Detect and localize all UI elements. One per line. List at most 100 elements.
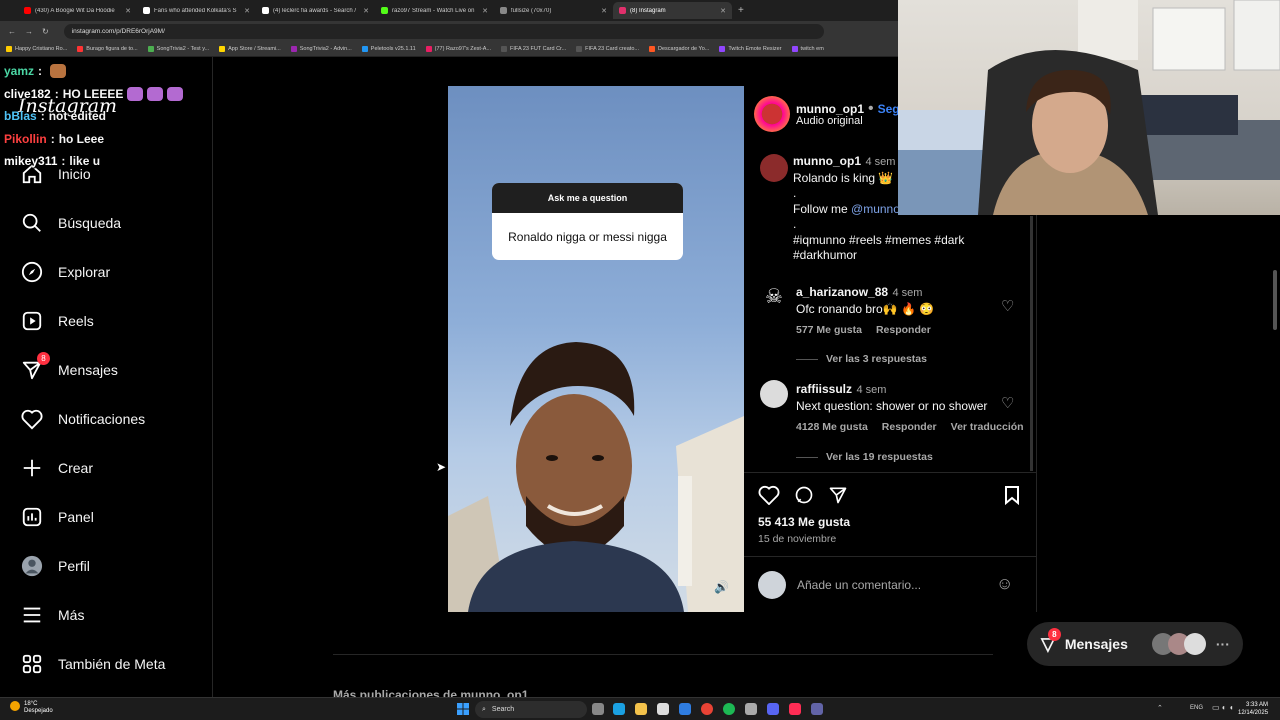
floating-messages-button[interactable]: ▽ 8 Mensajes ··· — [1027, 622, 1243, 666]
sidebar-item[interactable]: Reels — [20, 306, 94, 336]
browser-tab[interactable]: Fans who attended Kolkata's S ✕ — [137, 2, 256, 19]
default-avatar[interactable] — [760, 380, 788, 408]
browser-tab[interactable]: (430) A Boogie Wit Da Hoodie ✕ — [18, 2, 137, 19]
comment-username[interactable]: raffiissulz — [796, 382, 852, 396]
sidebar-item[interactable]: Búsqueda — [20, 208, 121, 238]
sidebar-item[interactable]: Explorar — [20, 257, 110, 287]
forward-icon[interactable]: → — [25, 27, 33, 36]
comment-likes[interactable]: 577 Me gusta — [796, 324, 862, 336]
tab-close-icon[interactable]: ✕ — [125, 7, 131, 15]
bookmark-item[interactable]: FIFA 23 Card creato... — [576, 46, 639, 52]
tab-close-icon[interactable]: ✕ — [720, 7, 726, 15]
page-scrollbar[interactable] — [1273, 270, 1277, 330]
browser-tab[interactable]: (8) Instagram ✕ — [613, 2, 732, 19]
caption-hashtags-line-2[interactable]: #darkhumor — [793, 248, 1033, 264]
file-explorer-icon[interactable] — [635, 703, 647, 715]
mute-icon[interactable]: 🔊 — [714, 580, 729, 594]
caption-mention-link[interactable]: @munno — [851, 202, 900, 216]
comment-likes[interactable]: 4128 Me gusta — [796, 421, 868, 433]
teams-icon[interactable] — [811, 703, 823, 715]
view-replies[interactable]: Ver las 3 respuestas — [796, 353, 927, 365]
back-icon[interactable]: ← — [8, 27, 16, 36]
chat-text: like u — [69, 154, 101, 168]
taskbar-search[interactable]: ⌕ Search — [475, 701, 587, 718]
sidebar-item[interactable]: Panel — [20, 502, 94, 532]
browser-tab[interactable]: fullsize (70x70) ✕ — [494, 2, 613, 19]
like-heart-icon[interactable] — [758, 485, 780, 505]
browser-tab[interactable]: (4) leclerc fia awards - Search / ✕ — [256, 2, 375, 19]
network-volume-icons[interactable]: ▭ ◐ ◖ — [1212, 703, 1234, 712]
store-icon[interactable] — [657, 703, 669, 715]
author-avatar[interactable] — [754, 96, 790, 132]
bookmark-item[interactable]: FIFA 23 FUT Card Cr... — [501, 46, 566, 52]
comment-input[interactable]: Añade un comentario... — [797, 578, 921, 592]
bookmark-item[interactable]: Burago figura de to... — [77, 46, 138, 52]
bookmark-item[interactable]: Descargador de Yo... — [648, 46, 709, 52]
sidebar-item[interactable]: Más — [20, 600, 84, 630]
view-replies-text[interactable]: Ver las 3 respuestas — [826, 353, 927, 365]
more-icon[interactable]: ··· — [1216, 636, 1230, 652]
bookmark-item[interactable]: Peletools v25.1.11 — [361, 46, 416, 52]
url-field[interactable]: instagram.com/p/DRE6rOrjA9M/ — [63, 24, 824, 39]
sidebar-item[interactable]: También de Meta — [20, 649, 165, 679]
translate-button[interactable]: Ver traducción — [951, 421, 1024, 433]
new-tab-icon[interactable]: + — [732, 5, 744, 16]
clock[interactable]: 3:33 AM 12/14/2025 — [1238, 701, 1268, 717]
weather-widget[interactable]: 18°C Despejado — [24, 701, 53, 715]
bookmark-item[interactable]: Twitch Emote Resizer — [719, 46, 782, 52]
likes-count[interactable]: 55 413 Me gusta — [758, 515, 850, 529]
comments-scrollbar[interactable] — [1030, 216, 1033, 471]
separator-dot: • — [868, 100, 874, 117]
sidebar-item[interactable]: Notificaciones — [20, 404, 145, 434]
pirate-avatar[interactable]: ☠ — [760, 282, 788, 310]
bookmark-item[interactable]: SongTrivia2 - Test y... — [147, 46, 209, 52]
reload-icon[interactable]: ↻ — [42, 27, 49, 36]
bookmark-item[interactable]: (77) Razo97's Zest-A... — [425, 46, 491, 52]
comment-reply-button[interactable]: Responder — [876, 324, 931, 336]
discord-icon[interactable] — [767, 703, 779, 715]
bookmark-item[interactable]: Happy Cristiano Ro... — [6, 46, 67, 52]
spotify-icon[interactable] — [723, 703, 735, 715]
audio-label[interactable]: Audio original — [796, 115, 863, 127]
tray-chevron-icon[interactable]: ⌃ — [1157, 704, 1163, 712]
chat-text: HO LEEEE — [62, 86, 124, 101]
view-replies[interactable]: Ver las 19 respuestas — [796, 451, 933, 463]
tab-close-icon[interactable]: ✕ — [482, 7, 488, 15]
task-view-icon[interactable] — [592, 703, 604, 715]
browser-tab[interactable]: razo97 Stream - Watch Live on ✕ — [375, 2, 494, 19]
tab-close-icon[interactable]: ✕ — [601, 7, 607, 15]
mail-icon[interactable] — [679, 703, 691, 715]
save-bookmark-icon[interactable] — [1004, 485, 1020, 505]
comment-bubble-icon[interactable] — [794, 485, 814, 505]
bookmark-item[interactable]: SongTrivia2 - Advin... — [290, 46, 352, 52]
sidebar-item[interactable]: Crear — [20, 453, 93, 483]
comment-username[interactable]: a_harizanow_88 — [796, 285, 888, 299]
comment-like-heart-icon[interactable]: ♡ — [1001, 297, 1014, 315]
bookmark-favicon-icon — [77, 46, 84, 52]
share-send-icon[interactable] — [828, 485, 848, 505]
comment-like-heart-icon[interactable]: ♡ — [1001, 394, 1014, 412]
app-icon[interactable] — [745, 703, 757, 715]
bookmark-item[interactable]: App Store / Streami... — [219, 46, 281, 52]
caption-username[interactable]: munno_op1 — [793, 154, 861, 168]
sidebar-item[interactable]: 8 Mensajes — [20, 352, 118, 385]
bookmark-item[interactable]: twitch em — [791, 46, 824, 52]
tab-close-icon[interactable]: ✕ — [244, 7, 250, 15]
language-indicator[interactable]: ENG — [1190, 705, 1203, 711]
chrome-icon[interactable] — [701, 703, 713, 715]
emoji-icon[interactable]: ☺ — [996, 574, 1013, 594]
edge-icon[interactable] — [613, 703, 625, 715]
tab-close-icon[interactable]: ✕ — [363, 7, 369, 15]
view-replies-text[interactable]: Ver las 19 respuestas — [826, 451, 933, 463]
sidebar-item[interactable]: Perfil — [20, 551, 90, 581]
chart-icon — [20, 505, 44, 529]
author-username[interactable]: munno_op1 — [796, 102, 864, 116]
video-frame-illustration — [448, 342, 744, 612]
caption-hashtags-line-1[interactable]: #iqmunno #reels #memes #dark — [793, 233, 1033, 249]
music-icon[interactable] — [789, 703, 801, 715]
caption-avatar[interactable] — [760, 154, 788, 182]
comment-reply-button[interactable]: Responder — [882, 421, 937, 433]
reel-video[interactable]: Ask me a question Ronaldo nigga or messi… — [448, 86, 744, 612]
windows-start-icon[interactable] — [457, 703, 469, 715]
weather-icon[interactable] — [10, 701, 20, 711]
